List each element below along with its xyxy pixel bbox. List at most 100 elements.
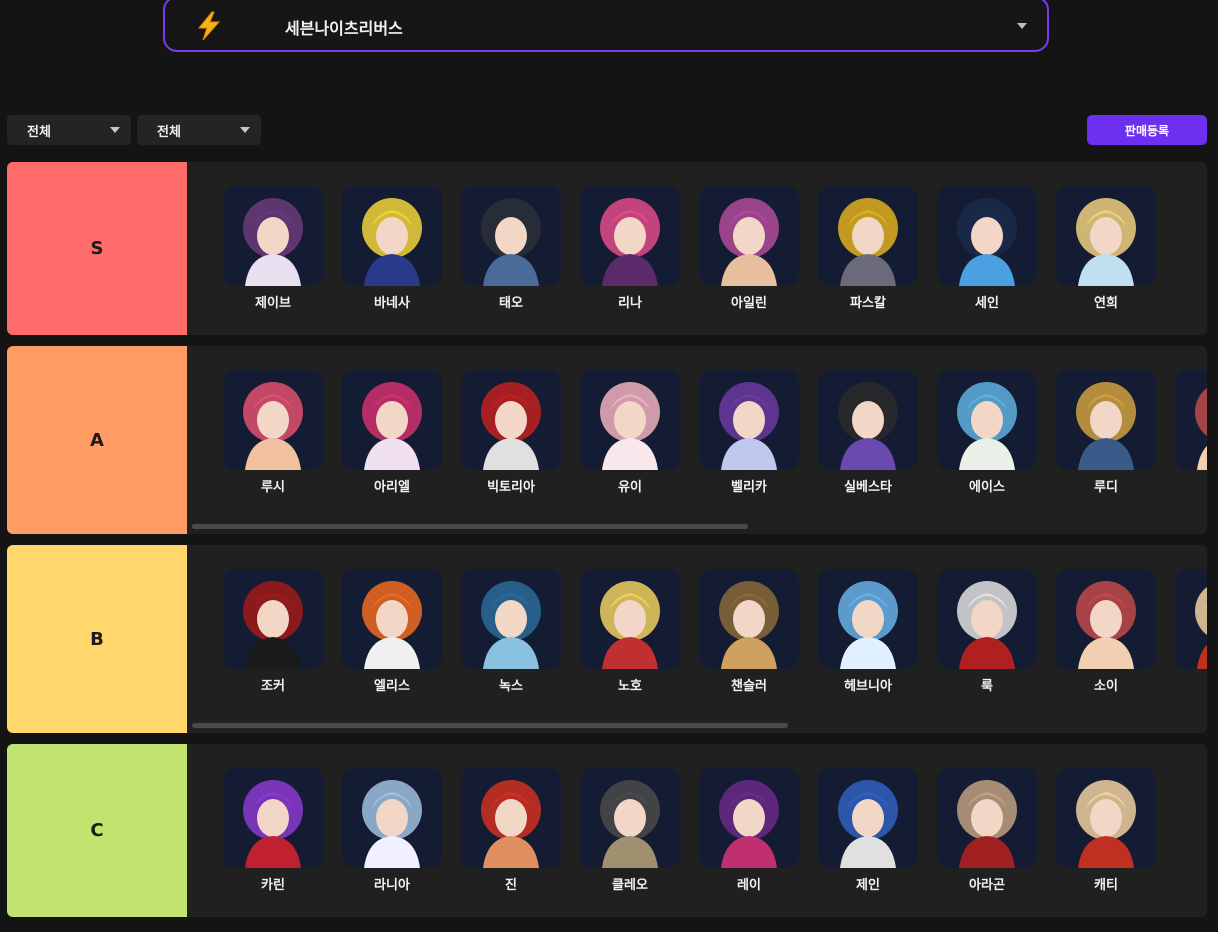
character-card[interactable]: 클레오 (580, 768, 680, 893)
character-card[interactable]: 엘리스 (342, 569, 442, 694)
character-card[interactable]: 세인 (937, 186, 1037, 311)
character-card[interactable]: 아라곤 (937, 768, 1037, 893)
character-name: 소이 (1094, 679, 1118, 694)
character-portrait (818, 569, 918, 669)
character-portrait (342, 370, 442, 470)
character-portrait (223, 370, 323, 470)
horizontal-scrollbar[interactable] (192, 524, 748, 529)
character-name: 클레오 (612, 878, 648, 893)
character-portrait (342, 186, 442, 286)
game-name: 세븐나이츠리버스 (285, 19, 403, 38)
character-portrait (818, 370, 918, 470)
character-card[interactable]: 헤브니아 (818, 569, 918, 694)
character-name: 리나 (618, 296, 642, 311)
character-portrait (1175, 370, 1207, 470)
character-card[interactable]: 바네사 (342, 186, 442, 311)
character-list: 루시 아리엘 빅토리아 유이 벨리카 실베스타 에이스 루디 (223, 370, 1207, 510)
character-card[interactable]: 진 (461, 768, 561, 893)
character-card[interactable]: 벨리카 (699, 370, 799, 495)
character-name: 캐티 (1094, 878, 1118, 893)
character-name: 파스칼 (850, 296, 886, 311)
tier-label: B (7, 545, 187, 733)
character-card[interactable]: 연희 (1056, 186, 1156, 311)
character-card[interactable]: 룩 (937, 569, 1037, 694)
character-name: 제인 (856, 878, 880, 893)
character-card[interactable]: 제인 (818, 768, 918, 893)
character-name: 아라곤 (969, 878, 1005, 893)
character-name: 아일린 (731, 296, 767, 311)
character-list: 카린 라니아 진 클레오 레이 제인 아라곤 캐티 (223, 768, 1207, 908)
character-card[interactable]: 카린 (223, 768, 323, 893)
character-name: 진 (505, 878, 517, 893)
character-card[interactable]: 파스칼 (818, 186, 918, 311)
character-card[interactable]: 유이 (580, 370, 680, 495)
character-name: 조커 (261, 679, 285, 694)
character-name: 바네사 (374, 296, 410, 311)
tier-label: C (7, 744, 187, 917)
character-card[interactable]: 루시 (223, 370, 323, 495)
character-card[interactable]: 라니아 (342, 768, 442, 893)
character-portrait (342, 768, 442, 868)
character-card[interactable]: 루디 (1056, 370, 1156, 495)
character-card[interactable]: 노호 (580, 569, 680, 694)
filter-dropdown-2[interactable]: 전체 (137, 115, 261, 145)
character-portrait (223, 186, 323, 286)
character-name: 연희 (1094, 296, 1118, 311)
character-name: 세인 (975, 296, 999, 311)
tier-row-b: B 조커 엘리스 녹스 노호 챈슬러 헤브니아 룩 소이 (7, 545, 1207, 733)
character-portrait (699, 370, 799, 470)
horizontal-scrollbar[interactable] (192, 723, 788, 728)
character-name: 카린 (261, 878, 285, 893)
character-card[interactable]: 챈슬러 (699, 569, 799, 694)
character-portrait (1056, 186, 1156, 286)
character-card[interactable]: 아일린 (699, 186, 799, 311)
character-card[interactable]: 소이 (1056, 569, 1156, 694)
chevron-down-icon (110, 127, 120, 133)
character-portrait (580, 186, 680, 286)
lightning-bolt-icon (193, 10, 225, 42)
character-card[interactable]: 에이스 (937, 370, 1037, 495)
character-card-partial[interactable] (1175, 370, 1207, 470)
filter-value: 전체 (157, 125, 181, 140)
character-name: 라니아 (374, 878, 410, 893)
character-portrait (223, 569, 323, 669)
character-card[interactable]: 아리엘 (342, 370, 442, 495)
character-portrait (1175, 569, 1207, 669)
character-card[interactable]: 레이 (699, 768, 799, 893)
character-portrait (461, 370, 561, 470)
character-card[interactable]: 녹스 (461, 569, 561, 694)
character-name: 빅토리아 (487, 480, 535, 495)
character-name: 벨리카 (731, 480, 767, 495)
character-card-partial[interactable] (1175, 569, 1207, 669)
character-portrait (461, 569, 561, 669)
character-name: 헤브니아 (844, 679, 892, 694)
character-name: 엘리스 (374, 679, 410, 694)
character-card[interactable]: 리나 (580, 186, 680, 311)
character-name: 룩 (981, 679, 993, 694)
chevron-down-icon (240, 127, 250, 133)
character-card[interactable]: 조커 (223, 569, 323, 694)
game-selector[interactable]: 세븐나이츠리버스 (163, 0, 1049, 52)
character-name: 루디 (1094, 480, 1118, 495)
tier-label: A (7, 346, 187, 534)
character-card[interactable]: 빅토리아 (461, 370, 561, 495)
character-name: 레이 (737, 878, 761, 893)
character-name: 태오 (499, 296, 523, 311)
character-name: 녹스 (499, 679, 523, 694)
character-portrait (699, 186, 799, 286)
character-card[interactable]: 캐티 (1056, 768, 1156, 893)
register-sale-button[interactable]: 판매등록 (1087, 115, 1207, 145)
character-card[interactable]: 제이브 (223, 186, 323, 311)
character-name: 유이 (618, 480, 642, 495)
character-portrait (937, 370, 1037, 470)
character-card[interactable]: 태오 (461, 186, 561, 311)
tier-row-s: S 제이브 바네사 태오 리나 아일린 파스칼 세인 연희 (7, 162, 1207, 335)
character-portrait (342, 569, 442, 669)
character-name: 제이브 (255, 296, 291, 311)
character-list: 제이브 바네사 태오 리나 아일린 파스칼 세인 연희 (223, 186, 1207, 326)
character-name: 챈슬러 (731, 679, 767, 694)
filter-dropdown-1[interactable]: 전체 (7, 115, 131, 145)
character-name: 노호 (618, 679, 642, 694)
character-card[interactable]: 실베스타 (818, 370, 918, 495)
character-portrait (699, 569, 799, 669)
